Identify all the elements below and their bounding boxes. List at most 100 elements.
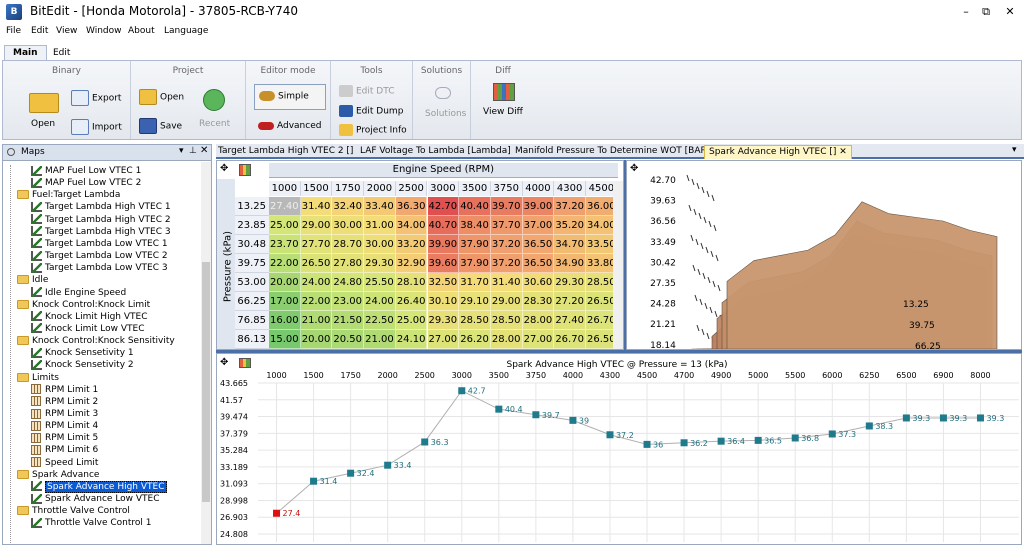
tree-item[interactable]: RPM Limit 2: [31, 396, 98, 408]
column-header[interactable]: 1750: [332, 181, 365, 196]
binary-export-button[interactable]: Export: [71, 90, 121, 106]
menu-window[interactable]: Window: [86, 26, 122, 36]
table-cell[interactable]: 25.00: [395, 311, 428, 330]
tree-item[interactable]: Target Lambda High VTEC 3: [31, 226, 171, 238]
row-header[interactable]: 66.25: [235, 292, 269, 311]
bitedit-app-icon[interactable]: B: [6, 4, 22, 20]
table-cell[interactable]: 39.70: [490, 197, 523, 216]
table-cell[interactable]: 27.40: [269, 197, 301, 216]
table-cell[interactable]: 35.20: [554, 216, 586, 235]
table-cell[interactable]: 38.40: [459, 216, 491, 235]
data-point[interactable]: [717, 437, 725, 445]
tree-item[interactable]: RPM Limit 1: [31, 384, 98, 396]
row-header[interactable]: 76.85: [235, 311, 269, 330]
tree-folder[interactable]: Throttle Valve Control: [17, 505, 130, 517]
table-cell[interactable]: 27.20: [554, 292, 586, 311]
table-cell[interactable]: 27.00: [427, 330, 460, 349]
table-cell[interactable]: 33.20: [395, 235, 428, 254]
table-cell[interactable]: 34.00: [395, 216, 428, 235]
table-cell[interactable]: 28.10: [395, 273, 428, 292]
table-cell[interactable]: 21.00: [300, 311, 333, 330]
column-header[interactable]: 2000: [364, 181, 396, 196]
tree-item[interactable]: Target Lambda Low VTEC 1: [31, 238, 168, 250]
table-cell[interactable]: 30.60: [522, 273, 555, 292]
table-cell[interactable]: 30.10: [427, 292, 460, 311]
table-cell[interactable]: 37.20: [490, 235, 523, 254]
table-cell[interactable]: 30.00: [364, 235, 396, 254]
maps-scrollbar[interactable]: [201, 162, 211, 544]
table-cell[interactable]: 34.70: [554, 235, 586, 254]
tree-item[interactable]: Spark Advance Low VTEC: [31, 493, 160, 505]
pin-icon[interactable]: ⊥: [189, 146, 197, 156]
table-cell[interactable]: 25.00: [269, 216, 301, 235]
table-cell[interactable]: 23.70: [269, 235, 301, 254]
menu-language[interactable]: Language: [164, 26, 208, 36]
data-point[interactable]: [273, 509, 281, 517]
table-cell[interactable]: 40.70: [427, 216, 460, 235]
table-cell[interactable]: 31.00: [364, 216, 396, 235]
table-cell[interactable]: 24.80: [332, 273, 365, 292]
data-point[interactable]: [680, 439, 688, 447]
table-cell[interactable]: 28.00: [490, 330, 523, 349]
table-cell[interactable]: 39.90: [427, 235, 460, 254]
advanced-mode-button[interactable]: Advanced: [258, 121, 321, 131]
menu-edit[interactable]: Edit: [31, 26, 48, 36]
table-cell[interactable]: 16.00: [269, 311, 301, 330]
data-point[interactable]: [310, 477, 318, 485]
table-cell[interactable]: 27.40: [554, 311, 586, 330]
search-icon[interactable]: [7, 148, 15, 156]
close-icon[interactable]: ✕: [200, 145, 208, 156]
tree-item[interactable]: Knock Limit High VTEC: [31, 311, 147, 323]
tree-item[interactable]: RPM Limit 5: [31, 432, 98, 444]
data-point[interactable]: [791, 434, 799, 442]
table-cell[interactable]: 31.70: [459, 273, 491, 292]
table-cell[interactable]: 27.80: [332, 254, 365, 273]
table-cell[interactable]: 32.50: [427, 273, 460, 292]
table-cell[interactable]: 26.50: [300, 254, 333, 273]
table-cell[interactable]: 24.10: [395, 330, 428, 349]
table-cell[interactable]: 17.00: [269, 292, 301, 311]
table-cell[interactable]: 24.00: [300, 273, 333, 292]
tab-main[interactable]: Main: [4, 45, 47, 61]
data-point[interactable]: [828, 430, 836, 438]
doc-tab-spark-advance[interactable]: Spark Advance High VTEC [] ✕: [704, 145, 852, 159]
data-point[interactable]: [458, 387, 466, 395]
table-cell[interactable]: 28.50: [459, 311, 491, 330]
doc-tab-laf-voltage[interactable]: LAF Voltage To Lambda [Lambda]: [360, 145, 511, 159]
data-point[interactable]: [569, 416, 577, 424]
table-cell[interactable]: 29.30: [554, 273, 586, 292]
close-button[interactable]: ✕: [996, 2, 1024, 22]
table-cell[interactable]: 29.30: [364, 254, 396, 273]
solutions-button[interactable]: Solutions: [425, 109, 466, 119]
table-cell[interactable]: 22.00: [300, 292, 333, 311]
table-cell[interactable]: 26.20: [459, 330, 491, 349]
column-header[interactable]: 4300: [554, 181, 586, 196]
simple-mode-button[interactable]: Simple: [254, 84, 326, 110]
project-info-button[interactable]: Project Info: [339, 124, 407, 136]
table-cell[interactable]: 27.70: [300, 235, 333, 254]
table-cell[interactable]: 34.90: [554, 254, 586, 273]
tree-item[interactable]: Target Lambda High VTEC 1: [31, 201, 171, 213]
table-vertical-scrollbar[interactable]: [613, 181, 623, 349]
maps-scroll-thumb[interactable]: [202, 262, 210, 502]
menu-file[interactable]: File: [6, 26, 21, 36]
data-point[interactable]: [495, 405, 503, 413]
table-cell[interactable]: 20.50: [332, 330, 365, 349]
column-header[interactable]: 4000: [522, 181, 555, 196]
tree-item[interactable]: Spark Advance High VTEC: [31, 480, 167, 493]
doc-tab-target-lambda[interactable]: Target Lambda High VTEC 2 []: [218, 145, 353, 159]
table-cell[interactable]: 28.70: [332, 235, 365, 254]
table-cell[interactable]: 31.40: [300, 197, 333, 216]
table-cell[interactable]: 29.00: [300, 216, 333, 235]
table-cell[interactable]: 39.60: [427, 254, 460, 273]
row-header[interactable]: 13.25: [235, 197, 269, 216]
project-save-button[interactable]: Save: [139, 118, 182, 134]
table-cell[interactable]: 20.00: [300, 330, 333, 349]
column-header[interactable]: 3000: [427, 181, 460, 196]
data-point[interactable]: [532, 411, 540, 419]
tree-folder[interactable]: Fuel:Target Lambda: [17, 189, 120, 201]
tree-item[interactable]: Idle Engine Speed: [31, 287, 126, 299]
table-cell[interactable]: 28.30: [522, 292, 555, 311]
table-cell[interactable]: 24.00: [364, 292, 396, 311]
table-cell[interactable]: 26.70: [554, 330, 586, 349]
